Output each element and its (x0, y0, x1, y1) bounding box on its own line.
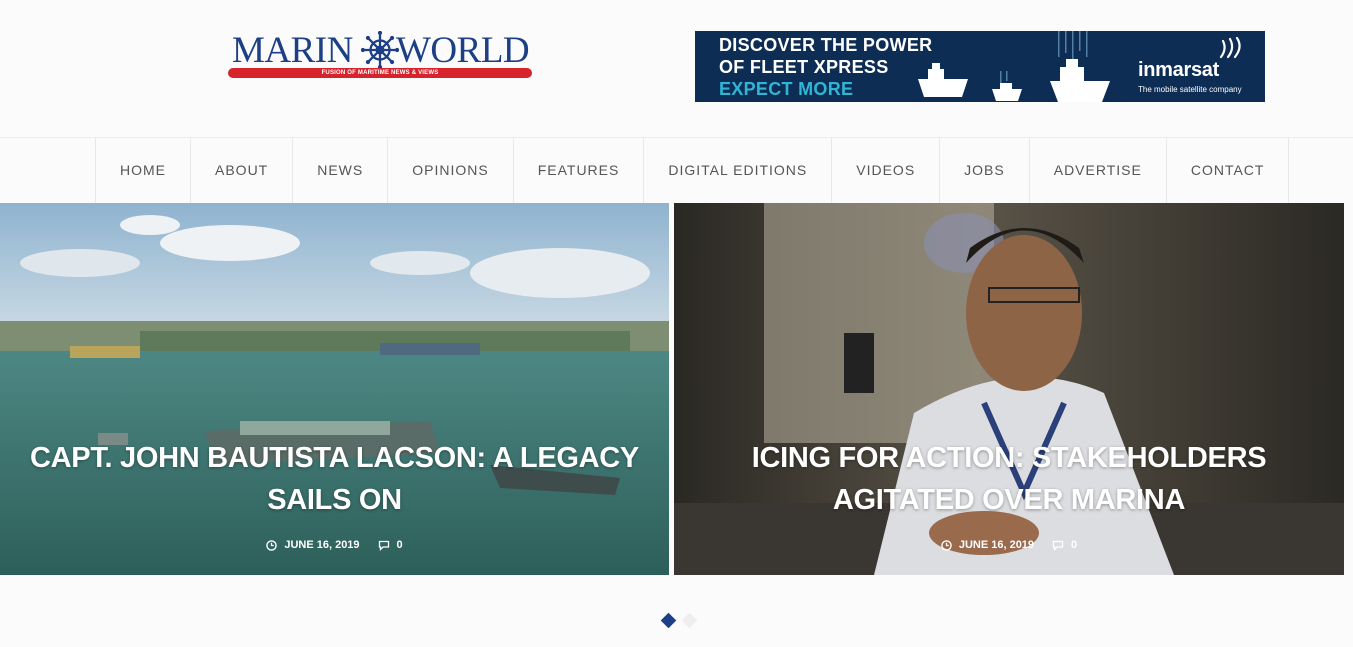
nav-list: HOME ABOUT NEWS OPINIONS FEATURES DIGITAL EDI… (95, 138, 1290, 203)
clock-icon (941, 539, 952, 551)
nav-item-about[interactable]: ABOUT (191, 138, 294, 203)
ad-headline-line1: DISCOVER THE POWER (719, 35, 933, 55)
ad-headline-line2: OF FLEET XPRESS (719, 57, 889, 77)
logo-tagline: FUSION OF MARITIME NEWS & VIEWS (321, 70, 439, 76)
slide-date-text: JUNE 16, 2019 (284, 539, 360, 551)
logo-word-right: WORLD (396, 30, 530, 71)
ad-brand-tagline: The mobile satellite company (1138, 85, 1242, 94)
nav-item-digital-editions[interactable]: DIGITAL EDITIONS (644, 138, 833, 203)
inmarsat-waves-icon (1219, 37, 1241, 59)
inmarsat-banner-ad[interactable]: DISCOVER THE POWER OF FLEET XPRESS EXPEC… (695, 31, 1265, 102)
slider-pagination (0, 612, 1353, 632)
clock-icon (266, 539, 278, 551)
nav-item-jobs[interactable]: JOBS (940, 138, 1030, 203)
featured-slider: CAPT. JOHN BAUTISTA LACSON: A LEGACY SAI… (0, 203, 1353, 575)
slide-comments[interactable]: 0 (1052, 539, 1077, 551)
site-header: MARIN WORLD FUSION OF MARITIME NEWS & VI… (0, 0, 1353, 137)
ad-cta: EXPECT MORE (719, 79, 854, 99)
slide-caption: CAPT. JOHN BAUTISTA LACSON: A LEGACY SAI… (0, 437, 669, 551)
slide-caption: ICING FOR ACTION: STAKEHOLDERS AGITATED … (674, 437, 1344, 551)
slide-card[interactable]: ICING FOR ACTION: STAKEHOLDERS AGITATED … (674, 203, 1344, 575)
slide-meta: JUNE 16, 2019 0 (674, 539, 1344, 551)
nav-item-features[interactable]: FEATURES (514, 138, 645, 203)
nav-item-advertise[interactable]: ADVERTISE (1030, 138, 1167, 203)
slide-comments[interactable]: 0 (378, 539, 403, 551)
slide-meta: JUNE 16, 2019 0 (0, 539, 669, 551)
site-logo[interactable]: MARIN WORLD FUSION OF MARITIME NEWS & VI… (228, 30, 534, 80)
slider-dot-1[interactable] (660, 612, 677, 629)
main-navigation: HOME ABOUT NEWS OPINIONS FEATURES DIGITAL EDI… (0, 137, 1353, 203)
slide-comment-count: 0 (1071, 539, 1078, 551)
ships-illustration (918, 31, 1110, 102)
ship-wheel-icon (361, 31, 399, 69)
nav-item-contact[interactable]: CONTACT (1167, 138, 1290, 203)
slide-comment-count: 0 (396, 539, 403, 551)
slide-date-text: JUNE 16, 2019 (958, 539, 1035, 551)
slider-dot-2[interactable] (681, 612, 698, 629)
logo-word-left: MARIN (232, 30, 353, 71)
slide-date: JUNE 16, 2019 (266, 539, 360, 551)
comment-icon (378, 540, 389, 551)
nav-item-home[interactable]: HOME (96, 138, 191, 203)
slide-card[interactable]: CAPT. JOHN BAUTISTA LACSON: A LEGACY SAI… (0, 203, 669, 575)
nav-item-opinions[interactable]: OPINIONS (388, 138, 514, 203)
slide-title[interactable]: CAPT. JOHN BAUTISTA LACSON: A LEGACY SAI… (0, 437, 669, 521)
slide-title[interactable]: ICING FOR ACTION: STAKEHOLDERS AGITATED … (674, 437, 1344, 521)
nav-item-news[interactable]: NEWS (293, 138, 389, 203)
nav-item-videos[interactable]: VIDEOS (832, 138, 941, 203)
ad-brand-name: inmarsat (1138, 59, 1219, 81)
comment-icon (1052, 540, 1064, 551)
slide-date: JUNE 16, 2019 (941, 539, 1034, 551)
